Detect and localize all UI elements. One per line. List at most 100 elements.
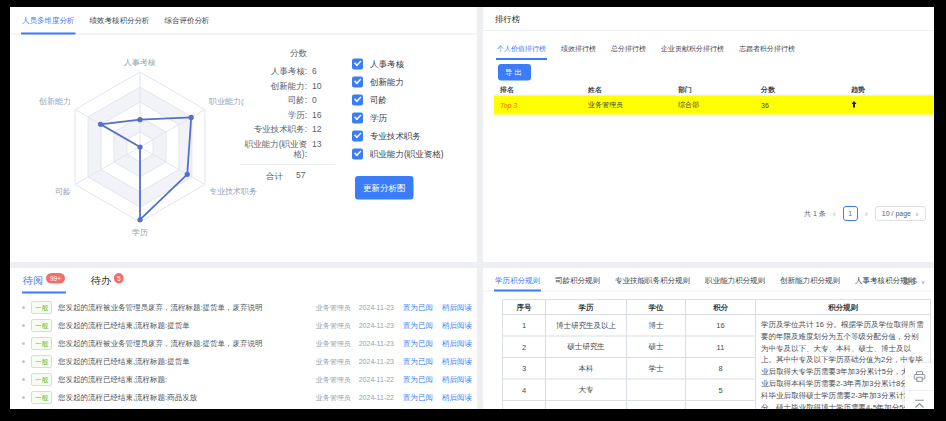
list-item: 一般您发起的流程已经结束,流程标题:提货单业务管理员2024-11-23置为已阅…: [10, 317, 477, 335]
print-button[interactable]: [905, 363, 934, 390]
checkbox-checked-icon: [352, 113, 363, 124]
update-chart-button[interactable]: 更新分析图: [355, 176, 414, 200]
rules-tab-5[interactable]: 创新能力积分规则: [779, 268, 841, 291]
column-header: 学位: [627, 300, 686, 315]
notices-panel: 待阅99+ 待办5 一般您发起的流程被业务管理员废弃，流程标题:提货单，废弃说明业…: [10, 268, 477, 409]
read-later-link[interactable]: 稍后阅读: [442, 321, 472, 331]
printer-icon: [913, 371, 926, 383]
analysis-tab-2[interactable]: 绩效考核积分分析: [89, 7, 151, 34]
list-item: 一般您发起的流程被业务管理员废弃，流程标题:提货单，废弃说明业务管理员2024-…: [10, 299, 477, 317]
export-button[interactable]: 导出: [498, 64, 531, 81]
mark-read-link[interactable]: 置为已阅: [403, 321, 433, 331]
back-to-top-button[interactable]: [905, 390, 934, 409]
read-later-link[interactable]: 稍后阅读: [442, 303, 472, 313]
chevron-down-icon: ∨: [915, 210, 919, 217]
page-1-button[interactable]: 1: [843, 206, 858, 221]
read-later-link[interactable]: 稍后阅读: [442, 339, 472, 349]
mark-read-link[interactable]: 置为已阅: [403, 375, 433, 385]
list-item: 一般您发起的流程已经结束,流程标题:提货单业务管理员2024-11-23置为已阅…: [10, 353, 477, 371]
bullet-icon: [22, 360, 25, 363]
column-header: 排名: [494, 85, 582, 94]
column-header: 分数: [755, 85, 845, 94]
dimension-checkbox-1[interactable]: 人事考核: [352, 58, 444, 70]
list-item: 一般您发起的流程已经结束,流程标题:商品发放业务管理员2024-11-22置为已…: [10, 389, 477, 407]
floating-toolbar: [905, 363, 934, 409]
priority-tag: 一般: [31, 301, 52, 314]
column-header: 积分规则: [756, 300, 931, 315]
tab-more[interactable]: 更多∨: [903, 277, 925, 287]
analysis-panel: 人员多维度分析绩效考核积分分析综合评价分析 人事考核职业能力(职业资格)专业技术…: [10, 7, 477, 262]
score-row: 学历:16: [240, 110, 335, 120]
radar-axis-label: 人事考核: [123, 58, 156, 67]
leaderboard-title: 排行榜: [483, 7, 934, 31]
leaderboard-tab-2[interactable]: 绩效排行榜: [560, 36, 597, 59]
rules-tab-4[interactable]: 职业能力积分规则: [704, 268, 766, 291]
leaderboard-tab-5[interactable]: 志愿者积分排行榜: [738, 36, 796, 59]
leaderboard-tab-4[interactable]: 企业贡献积分排行榜: [660, 36, 725, 59]
rules-tab-1[interactable]: 学历积分规则: [494, 268, 541, 291]
score-header: 分数: [240, 47, 335, 59]
notices-tab-2[interactable]: 待办5: [90, 272, 125, 294]
rules-panel: 学历积分规则司龄积分规则专业技能职务积分规则职业能力积分规则创新能力积分规则人事…: [483, 268, 934, 409]
dimension-checkbox-6[interactable]: 职业能力(职业资格): [352, 148, 444, 160]
total-count: 共 1 条: [804, 209, 826, 218]
score-row: 人事考核:6: [240, 67, 335, 77]
score-list: 分数 人事考核:6创新能力:10司龄:0学历:16专业技术职务:12职业能力(职…: [240, 47, 335, 182]
dimension-checkbox-3[interactable]: 司龄: [352, 94, 444, 106]
priority-tag: 一般: [31, 373, 52, 386]
read-later-link[interactable]: 稍后阅读: [442, 393, 472, 403]
bullet-icon: [22, 378, 25, 381]
bullet-icon: [22, 342, 25, 345]
checkbox-checked-icon: [352, 149, 363, 160]
checkbox-checked-icon: [352, 59, 363, 70]
dimension-checkbox-4[interactable]: 学历: [352, 112, 444, 124]
analysis-tab-3[interactable]: 综合评价分析: [164, 7, 211, 34]
leaderboard-table: 排名姓名部门分数趋势 Top 3业务管理员综合部36: [494, 85, 934, 115]
column-header: 积分: [686, 300, 756, 315]
dimension-checkbox-list: 人事考核创新能力司龄学历专业技术职务职业能力(职业资格): [352, 58, 444, 166]
read-later-link[interactable]: 稍后阅读: [442, 357, 472, 367]
priority-tag: 一般: [31, 391, 52, 404]
analysis-tabbar: 人员多维度分析绩效考核积分分析综合评价分析: [10, 7, 477, 35]
table-row[interactable]: Top 3业务管理员综合部36: [494, 96, 934, 115]
score-total: 合计 57: [240, 164, 335, 182]
rules-tab-3[interactable]: 专业技能职务积分规则: [614, 268, 691, 291]
radar-chart: 人事考核职业能力(职业资格)专业技术职务学历司龄创新能力: [14, 37, 274, 249]
score-row: 司龄:0: [240, 96, 335, 106]
analysis-tab-1[interactable]: 人员多维度分析: [21, 7, 76, 34]
leaderboard-tab-1[interactable]: 个人价值排行榜: [496, 36, 547, 59]
rules-tab-2[interactable]: 司龄积分规则: [554, 268, 601, 291]
radar-axis-label: 司龄: [55, 187, 71, 196]
table-header-row: 排名姓名部门分数趋势: [494, 85, 934, 96]
mark-read-link[interactable]: 置为已阅: [403, 393, 433, 403]
mark-read-link[interactable]: 置为已阅: [403, 303, 433, 313]
score-row: 职业能力(职业资格):13: [240, 139, 335, 159]
bullet-icon: [22, 324, 25, 327]
chevron-down-icon: ∨: [921, 279, 925, 286]
mark-read-link[interactable]: 置为已阅: [403, 339, 433, 349]
mark-read-link[interactable]: 置为已阅: [403, 357, 433, 367]
checkbox-checked-icon: [352, 95, 363, 106]
total-value: 57: [296, 170, 305, 182]
rules-table: 序号学历学位积分积分规则1博士研究生及以上博士16学历及学位共计 16 分。根据…: [502, 299, 931, 409]
read-later-link[interactable]: 稍后阅读: [442, 375, 472, 385]
dimension-checkbox-2[interactable]: 创新能力: [352, 76, 444, 88]
count-badge: 99+: [46, 273, 65, 284]
list-item: 一般您发起的流程已经结束,流程标题:业务管理员2024-11-22置为已阅稍后阅…: [10, 371, 477, 389]
next-page-button[interactable]: ›: [865, 208, 868, 219]
notices-tab-1[interactable]: 待阅99+: [22, 272, 66, 294]
count-badge: 5: [114, 273, 124, 284]
page-size-select[interactable]: 10 / page∨: [875, 206, 926, 221]
prev-page-button[interactable]: ‹: [833, 208, 836, 219]
priority-tag: 一般: [31, 355, 52, 368]
dimension-checkbox-5[interactable]: 专业技术职务: [352, 130, 444, 142]
leaderboard-tab-3[interactable]: 总分排行榜: [610, 36, 647, 59]
column-header: 部门: [672, 85, 755, 94]
radar-axis-label: 专业技术职务: [209, 187, 257, 196]
column-header: 序号: [503, 300, 546, 315]
trend-up-icon: [851, 101, 857, 109]
chevron-up-icon: [914, 399, 926, 409]
column-header: 趋势: [845, 85, 934, 94]
priority-tag: 一般: [31, 337, 52, 350]
leaderboard-tabbar: 个人价值排行榜绩效排行榜总分排行榜企业贡献积分排行榜志愿者积分排行榜: [483, 36, 934, 59]
